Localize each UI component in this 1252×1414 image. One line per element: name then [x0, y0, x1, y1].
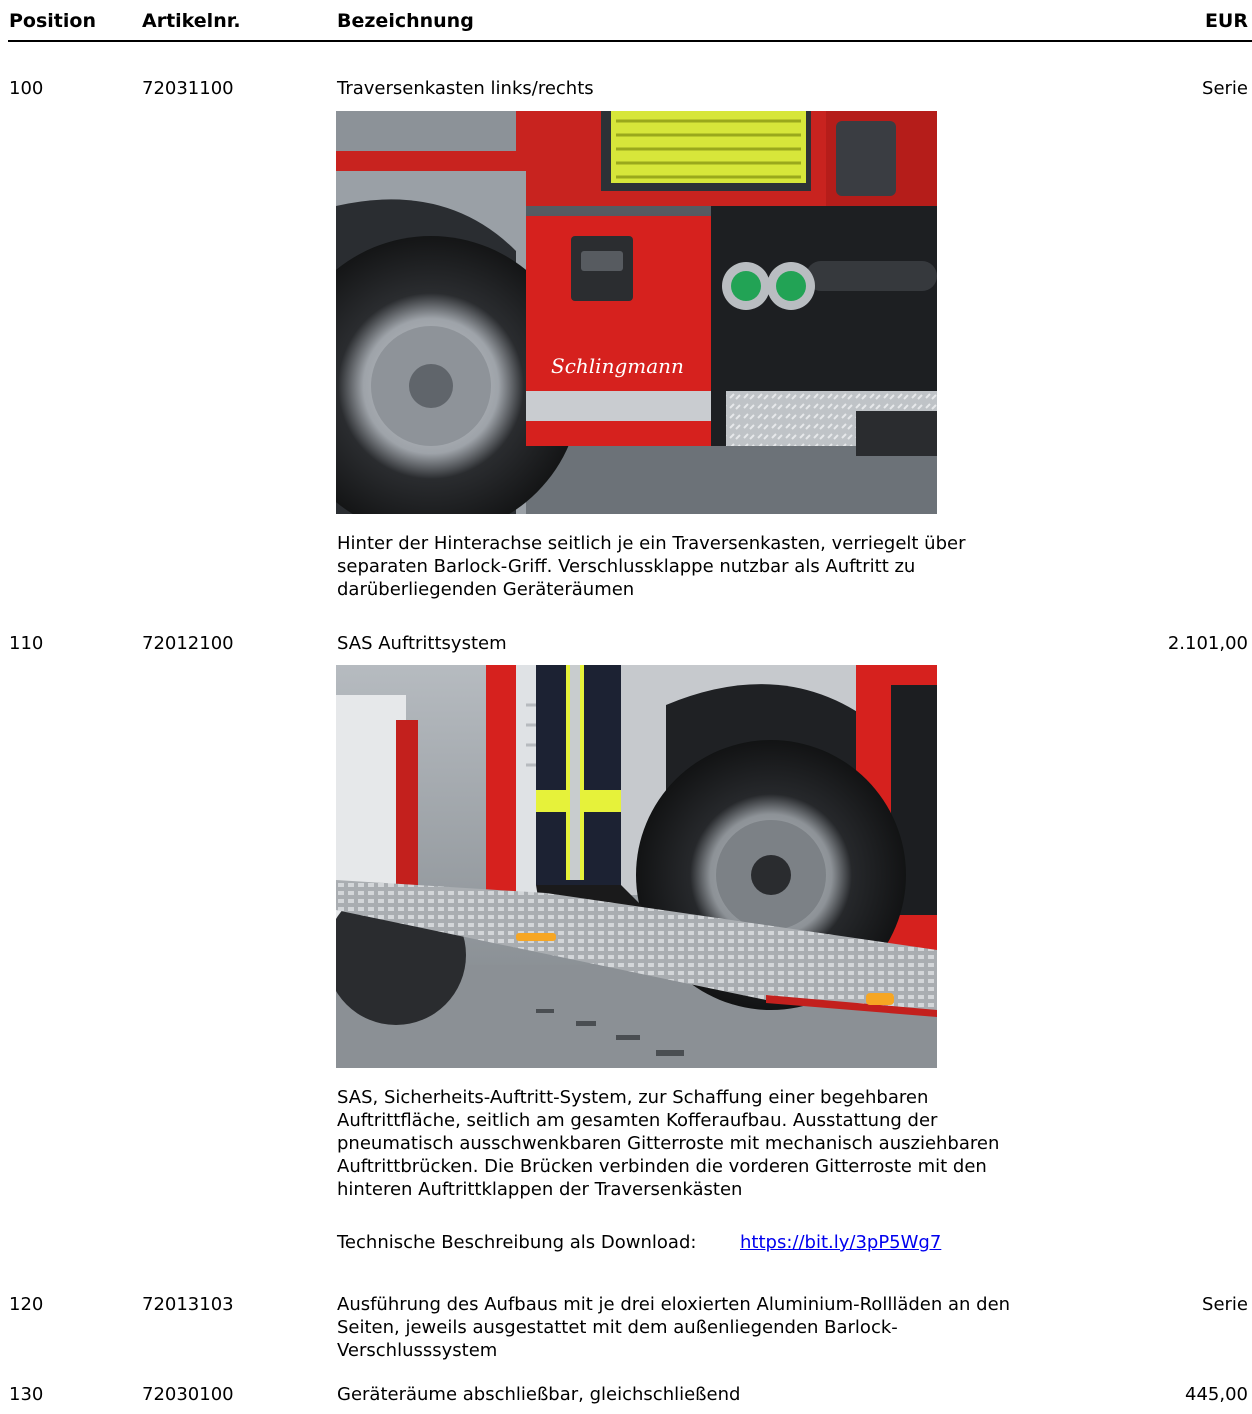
brand-logo: Schlingmann — [551, 354, 684, 378]
row-position: 120 — [9, 1294, 44, 1315]
row-price: 445,00 — [1185, 1384, 1248, 1405]
row-description: Hinter der Hinterachse seitlich je ein T… — [337, 533, 966, 600]
row-position: 110 — [9, 633, 44, 654]
column-header-position: Position — [9, 10, 96, 32]
traversenkasten-photo: Schlingmann — [336, 111, 937, 514]
row-artikelnr: 72031100 — [142, 78, 234, 99]
row-position: 100 — [9, 78, 44, 99]
header-divider — [8, 40, 1252, 42]
row-price: Serie — [1202, 78, 1248, 99]
row-title: SAS Auftrittsystem — [337, 633, 507, 654]
column-header-bezeichnung: Bezeichnung — [337, 10, 474, 32]
row-artikelnr: 72030100 — [142, 1384, 234, 1405]
column-header-eur: EUR — [1204, 10, 1248, 32]
row-position: 130 — [9, 1384, 44, 1405]
row-artikelnr: 72013103 — [142, 1294, 234, 1315]
column-header-artikelnr: Artikelnr. — [142, 10, 241, 32]
row-price: 2.101,00 — [1167, 633, 1248, 654]
download-link[interactable]: https://bit.ly/3pP5Wg7 — [740, 1231, 941, 1254]
row-price: Serie — [1202, 1294, 1248, 1315]
row-title: Traversenkasten links/rechts — [337, 78, 594, 99]
row-description: SAS, Sicherheits-Auftritt-System, zur Sc… — [337, 1087, 1000, 1200]
row-artikelnr: 72012100 — [142, 633, 234, 654]
row-title: Geräteräume abschließbar, gleichschließe… — [337, 1384, 741, 1405]
sas-auftrittsystem-photo — [336, 665, 937, 1068]
row-description: Ausführung des Aufbaus mit je drei eloxi… — [337, 1294, 1011, 1361]
download-label: Technische Beschreibung als Download: — [337, 1232, 697, 1253]
